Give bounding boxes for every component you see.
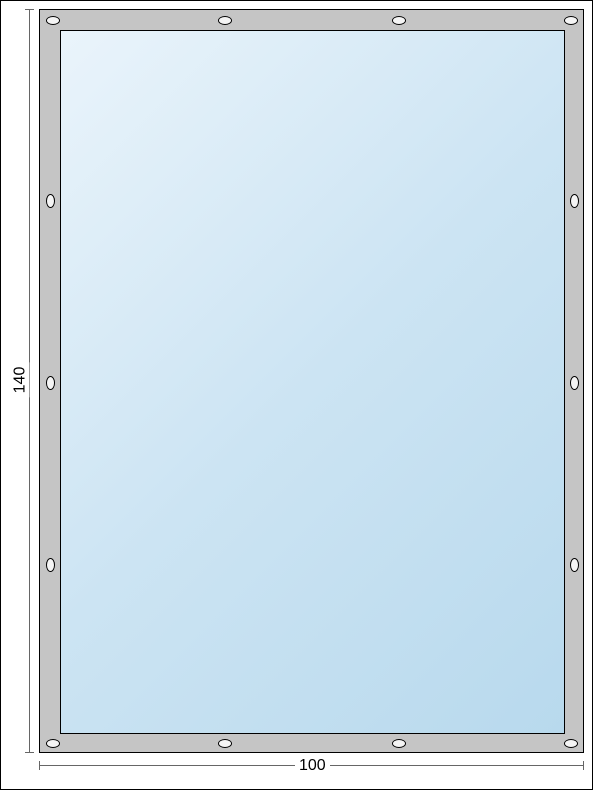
grommet-icon (570, 376, 579, 390)
grommet-icon (392, 739, 406, 748)
dimension-height-label: 140 (11, 363, 29, 398)
grommet-icon (570, 194, 579, 208)
grommet-icon (46, 16, 60, 25)
grommet-icon (46, 558, 55, 572)
panel-frame (39, 9, 584, 753)
dimension-width-label: 100 (295, 757, 330, 775)
grommet-icon (564, 16, 578, 25)
grommet-icon (46, 739, 60, 748)
grommet-icon (570, 558, 579, 572)
grommet-icon (218, 739, 232, 748)
panel-glass (60, 30, 565, 734)
grommet-icon (46, 376, 55, 390)
grommet-icon (392, 16, 406, 25)
grommet-icon (218, 16, 232, 25)
grommet-icon (564, 739, 578, 748)
grommet-icon (46, 194, 55, 208)
